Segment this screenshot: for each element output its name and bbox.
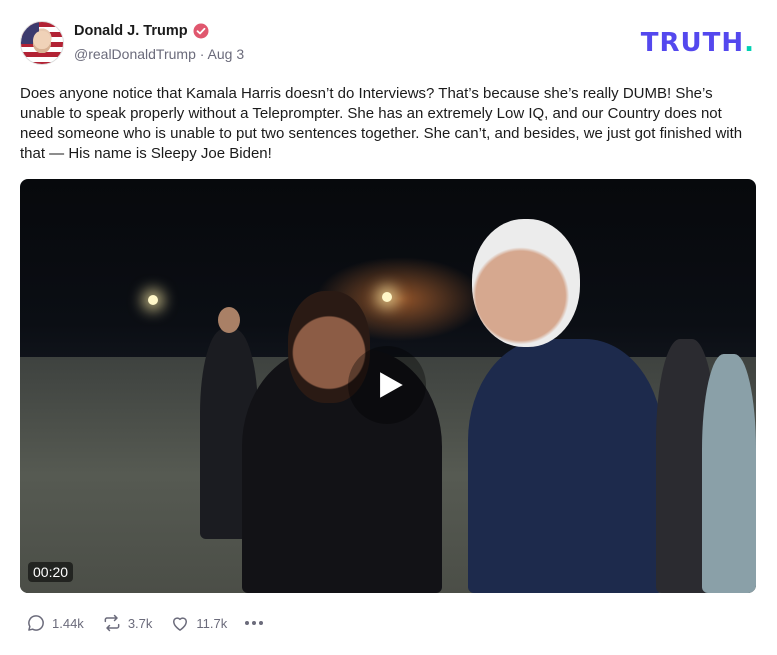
- like-button[interactable]: 11.7k: [170, 613, 227, 633]
- video-light: [382, 292, 392, 302]
- play-icon: [380, 372, 403, 398]
- meta-separator: ·: [199, 46, 205, 62]
- more-icon[interactable]: [245, 621, 264, 625]
- video-figure: [468, 339, 663, 593]
- video-figure: [702, 354, 756, 593]
- author-handle[interactable]: @realDonaldTrump: [74, 46, 196, 62]
- author-meta: @realDonaldTrump · Aug 3: [74, 46, 244, 62]
- post-text: Does anyone notice that Kamala Harris do…: [20, 85, 743, 162]
- video-duration: 00:20: [28, 562, 74, 582]
- video-figure-head: [472, 219, 580, 347]
- truth-logo[interactable]: TRUTH.: [641, 28, 755, 58]
- retruth-button[interactable]: 3.7k: [102, 613, 153, 633]
- more-dot: [259, 621, 264, 625]
- more-dot: [252, 621, 257, 625]
- retruth-count: 3.7k: [127, 615, 153, 631]
- reply-count: 1.44k: [52, 615, 84, 631]
- post-date[interactable]: Aug 3: [208, 46, 245, 62]
- author-name-row: Donald J. Trump: [74, 23, 209, 39]
- play-button[interactable]: [348, 346, 426, 424]
- like-icon: [173, 617, 188, 631]
- retruth-icon: [104, 614, 120, 632]
- video-player[interactable]: 00:20: [20, 179, 756, 593]
- author-display-name[interactable]: Donald J. Trump: [74, 23, 188, 39]
- reply-button[interactable]: 1.44k: [26, 613, 84, 633]
- video-light: [148, 295, 158, 305]
- verified-badge-icon: [193, 23, 209, 39]
- logo-text: TRUTH: [640, 28, 745, 58]
- more-dot: [245, 621, 250, 625]
- reply-icon: [28, 615, 44, 631]
- like-count: 11.7k: [196, 615, 228, 631]
- logo-dot: .: [744, 28, 755, 58]
- avatar[interactable]: [20, 21, 64, 65]
- post-actions: 1.44k 3.7k 11.7k: [26, 613, 264, 633]
